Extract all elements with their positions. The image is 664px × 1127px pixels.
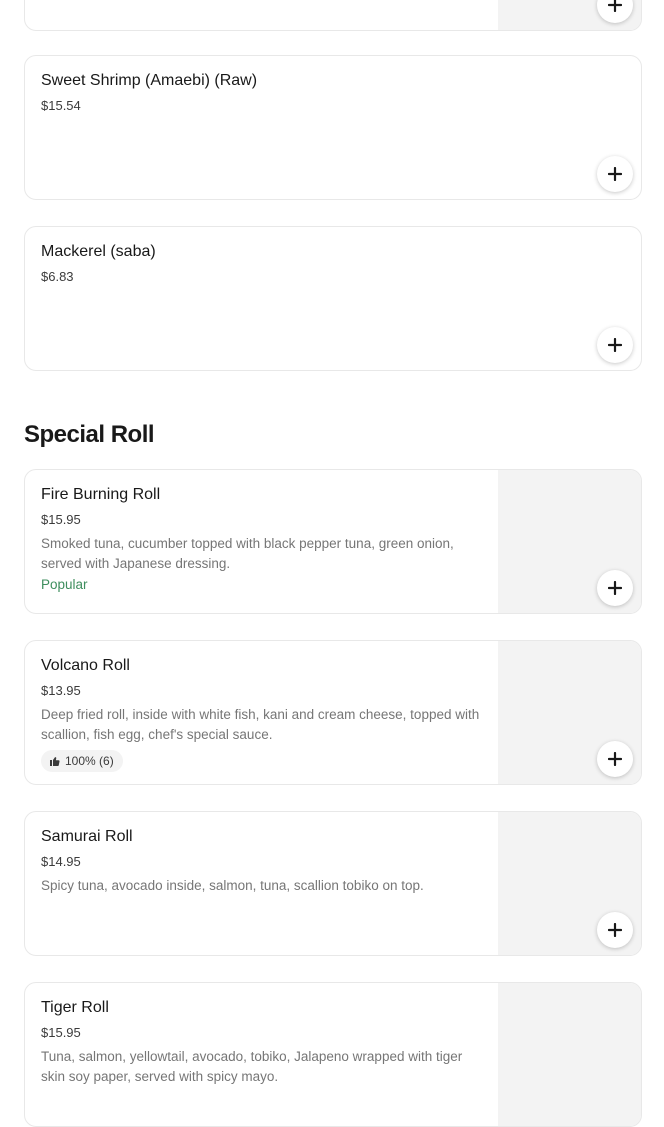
add-item-button[interactable] — [597, 741, 633, 777]
plus-icon — [608, 752, 622, 766]
item-price: $15.95 — [41, 1025, 81, 1040]
plus-icon — [608, 923, 622, 937]
item-name: Samurai Roll — [41, 828, 133, 845]
menu-item-card[interactable]: Volcano Roll $13.95 Deep fried roll, ins… — [24, 640, 642, 785]
add-item-button[interactable] — [597, 327, 633, 363]
section-title: Special Roll — [24, 421, 155, 448]
popular-badge: Popular — [41, 577, 88, 592]
add-item-button[interactable] — [597, 156, 633, 192]
rating-value: 100% (6) — [65, 754, 114, 768]
item-name: Volcano Roll — [41, 657, 130, 674]
item-price: $13.95 — [41, 683, 81, 698]
rating-badge: 100% (6) — [41, 750, 123, 772]
item-description: Tuna, salmon, yellowtail, avocado, tobik… — [41, 1049, 463, 1084]
thumbs-up-icon — [50, 757, 60, 767]
menu-item-card[interactable]: Sweet Shrimp (Amaebi) (Raw) $15.54 — [24, 55, 642, 200]
item-price: $15.54 — [41, 98, 81, 113]
menu-item-card-partial[interactable] — [24, 0, 642, 31]
item-name: Tiger Roll — [41, 999, 109, 1016]
item-description: Spicy tuna, avocado inside, salmon, tuna… — [41, 878, 424, 893]
item-price: $6.83 — [41, 269, 74, 284]
item-description: Smoked tuna, cucumber topped with black … — [41, 536, 454, 571]
menu-item-card[interactable]: Tiger Roll $15.95 Tuna, salmon, yellowta… — [24, 982, 642, 1127]
plus-icon — [608, 0, 622, 12]
item-name: Sweet Shrimp (Amaebi) (Raw) — [41, 72, 258, 89]
item-image-placeholder — [498, 983, 641, 1126]
plus-icon — [608, 581, 622, 595]
item-name: Mackerel (saba) — [41, 243, 156, 260]
item-description: Deep fried roll, inside with white fish,… — [41, 707, 480, 742]
menu-item-card[interactable]: Samurai Roll $14.95 Spicy tuna, avocado … — [24, 811, 642, 956]
item-price: $15.95 — [41, 512, 81, 527]
add-item-button[interactable] — [597, 570, 633, 606]
add-item-button[interactable] — [597, 912, 633, 948]
plus-icon — [608, 338, 622, 352]
menu-item-card[interactable]: Mackerel (saba) $6.83 — [24, 226, 642, 371]
menu-item-card[interactable]: Fire Burning Roll $15.95 Smoked tuna, cu… — [24, 469, 642, 614]
item-name: Fire Burning Roll — [41, 486, 161, 503]
plus-icon — [608, 167, 622, 181]
item-price: $14.95 — [41, 854, 81, 869]
